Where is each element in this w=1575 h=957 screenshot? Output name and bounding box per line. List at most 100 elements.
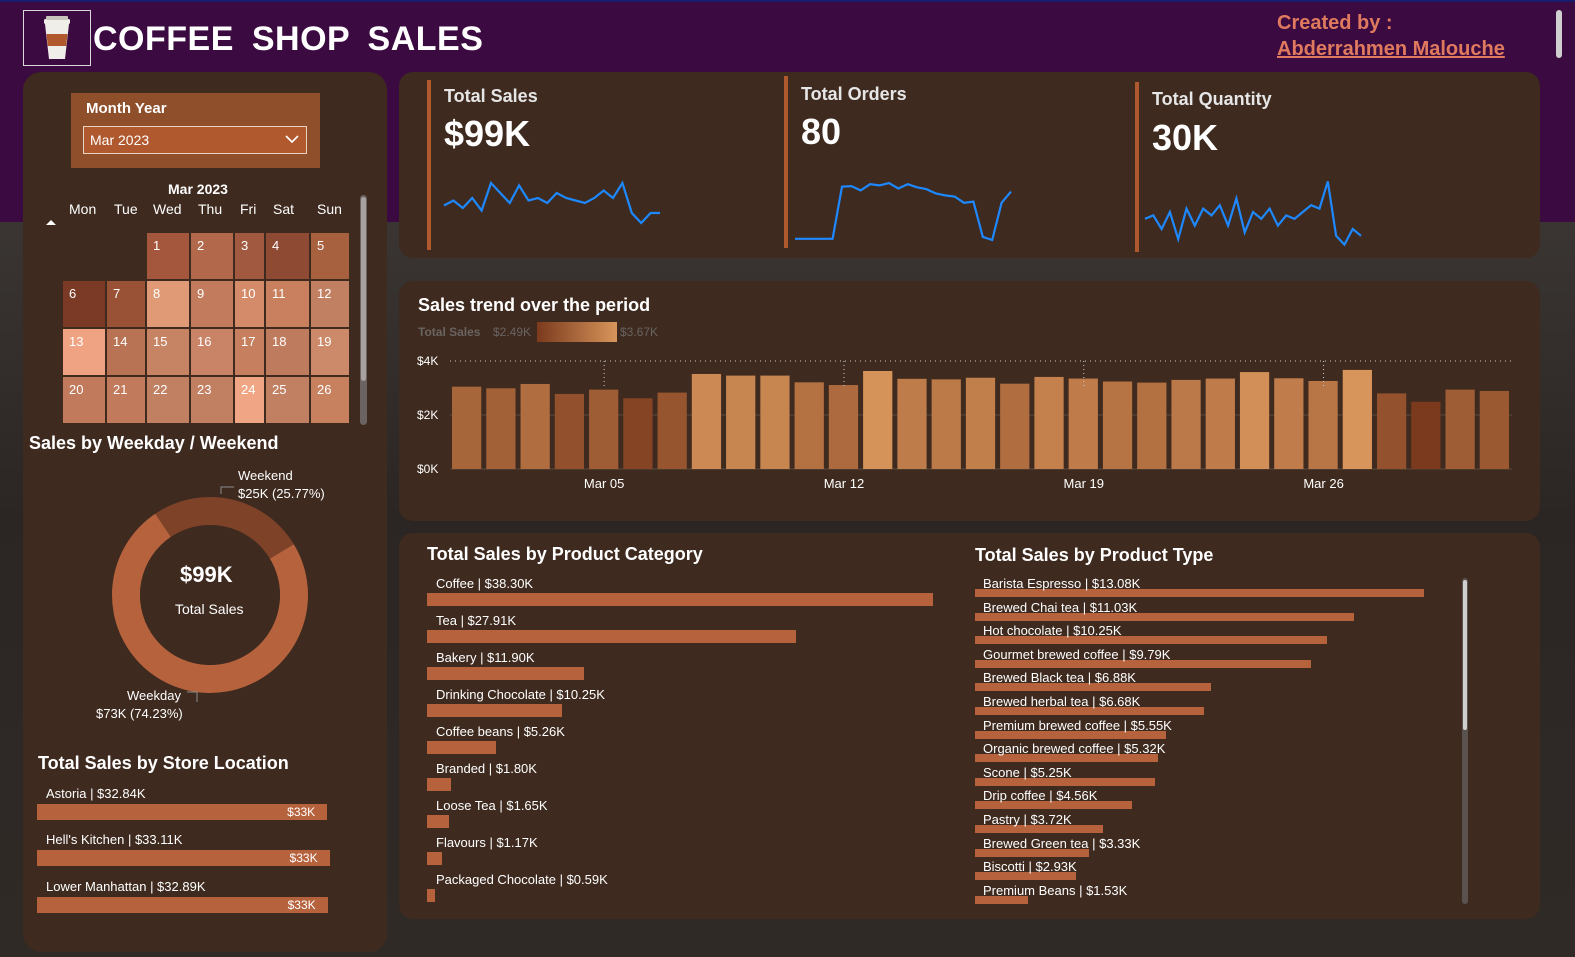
sales-trend-chart: $4K $2K $0K Mar 05 Mar 12 Mar 19 Mar 26 (417, 354, 1512, 491)
kpi-total-sales-value: $99K (444, 113, 531, 154)
store-location-title: Total Sales by Store Location (38, 753, 289, 773)
trend-bar[interactable] (1308, 380, 1338, 469)
product-type-label: Brewed herbal tea | $6.68K (983, 694, 1141, 709)
sparkline-path (443, 180, 660, 225)
store-location-bar-value: $33K (287, 898, 316, 912)
category-bar[interactable] (427, 815, 449, 828)
product-type-label: Brewed Chai tea | $11.03K (983, 599, 1138, 615)
leader-lines (187, 486, 234, 702)
category-label: Coffee | $38.30K (436, 576, 534, 591)
trend-bar[interactable] (897, 378, 927, 469)
trend-bar[interactable] (1068, 378, 1098, 469)
trend-bar[interactable] (726, 375, 756, 469)
product-type-label: Gourmet brewed coffee | $9.79K (983, 646, 1171, 662)
category-bar[interactable] (427, 593, 933, 606)
y-tick-label: $2K (417, 408, 438, 422)
trend-bar[interactable] (691, 373, 722, 469)
category-bar[interactable] (427, 741, 497, 754)
product-type-label: Drip coffee | $4.56K (983, 788, 1098, 804)
trend-bar[interactable] (1102, 381, 1133, 469)
store-location-bar[interactable] (37, 850, 330, 866)
store-location-bar-value: $33K (287, 805, 316, 819)
product-type-scroll-thumb[interactable] (1463, 580, 1467, 730)
product-type-label: Brewed Green tea | $3.33K (983, 835, 1141, 851)
trend-bar[interactable] (965, 377, 996, 469)
trend-bar[interactable] (1034, 376, 1064, 469)
store-location-bar[interactable] (37, 804, 328, 820)
category-title: Total Sales by Product Category (427, 544, 703, 564)
product-type-label: Pastry | $3.72K (983, 812, 1072, 827)
store-location-label: Astoria | $32.84K (46, 786, 146, 801)
trend-bar[interactable] (554, 393, 585, 469)
trend-bar[interactable] (1171, 379, 1201, 469)
category-label: Flavours | $1.17K (436, 835, 538, 850)
total-orders-sparkline (795, 181, 1012, 242)
x-tick-label: Mar 19 (1064, 476, 1104, 491)
trend-bar[interactable] (1411, 401, 1441, 469)
kpi-total-quantity-value: 30K (1152, 117, 1219, 158)
x-tick-label: Mar 12 (824, 476, 864, 491)
trend-bar[interactable] (1274, 378, 1304, 469)
trend-bar[interactable] (1000, 383, 1030, 469)
category-label: Bakery | $11.90K (436, 650, 535, 665)
trend-bar[interactable] (828, 385, 859, 469)
product-type-label: Premium Beans | $1.53K (983, 882, 1128, 898)
product-type-label: Hot chocolate | $10.25K (983, 623, 1122, 639)
category-label: Loose Tea | $1.65K (436, 798, 548, 813)
creator-label: Created by : (1277, 12, 1393, 34)
page-scrollbar[interactable] (1556, 10, 1562, 58)
category-label: Tea | $27.91K (436, 613, 516, 628)
category-label: Branded | $1.80K (436, 761, 537, 776)
trend-bar[interactable] (623, 398, 653, 469)
kpi-accent-bar (784, 76, 788, 248)
trend-bar[interactable] (1445, 389, 1475, 469)
category-bar[interactable] (427, 630, 796, 643)
y-tick-label: $4K (417, 354, 438, 368)
trend-bar[interactable] (520, 383, 550, 469)
category-label: Packaged Chocolate | $0.59K (436, 872, 608, 887)
trend-bar[interactable] (1239, 372, 1270, 469)
total-quantity-sparkline (1144, 181, 1362, 247)
trend-bar[interactable] (657, 392, 687, 469)
trend-bar[interactable] (931, 379, 961, 469)
product-type-label: Organic brewed coffee | $5.32K (983, 741, 1166, 757)
sparkline-path (795, 181, 1012, 242)
kpi-total-sales-label: Total Sales (444, 86, 538, 106)
product-type-title: Total Sales by Product Type (975, 545, 1214, 565)
category-bar[interactable] (427, 704, 563, 717)
trend-bar[interactable] (589, 389, 619, 469)
trend-bar[interactable] (863, 370, 893, 469)
category-label: Drinking Chocolate | $10.25K (436, 687, 605, 702)
category-bar[interactable] (427, 667, 585, 680)
trend-bar[interactable] (794, 382, 824, 469)
product-type-label: Barista Espresso | $13.08K (983, 576, 1141, 591)
trend-bar[interactable] (1205, 378, 1235, 469)
kpi-accent-bar (427, 80, 431, 250)
trend-bar[interactable] (486, 388, 516, 469)
y-tick-label: $0K (417, 462, 438, 476)
store-location-label: Hell's Kitchen | $33.11K (46, 832, 183, 847)
store-location-label: Lower Manhattan | $32.89K (46, 879, 206, 894)
trend-bar[interactable] (1376, 393, 1407, 469)
kpi-total-orders-value: 80 (801, 111, 842, 152)
x-tick-label: Mar 05 (584, 476, 624, 491)
x-tick-label: Mar 26 (1303, 476, 1343, 491)
kpi-total-orders-label: Total Orders (801, 84, 907, 104)
trend-bar[interactable] (760, 375, 790, 469)
category-label: Coffee beans | $5.26K (436, 724, 565, 739)
category-bar[interactable] (427, 852, 443, 865)
product-type-label: Scone | $5.25K (983, 764, 1072, 780)
trend-bar[interactable] (1342, 369, 1372, 469)
category-bar[interactable] (427, 778, 451, 791)
creator-name[interactable]: Abderrahmen Malouche (1277, 38, 1505, 61)
product-type-label: Brewed Black tea | $6.88K (983, 670, 1136, 686)
trend-bar[interactable] (1479, 390, 1509, 469)
trend-bar[interactable] (452, 386, 482, 469)
category-bar[interactable] (427, 889, 435, 902)
total-sales-sparkline (443, 180, 660, 225)
kpi-accent-bar (1135, 82, 1139, 252)
trend-bar[interactable] (1137, 382, 1167, 469)
store-location-bar[interactable] (37, 897, 328, 913)
product-type-label: Premium brewed coffee | $5.55K (983, 717, 1172, 733)
kpi-total-quantity-label: Total Quantity (1152, 89, 1272, 109)
